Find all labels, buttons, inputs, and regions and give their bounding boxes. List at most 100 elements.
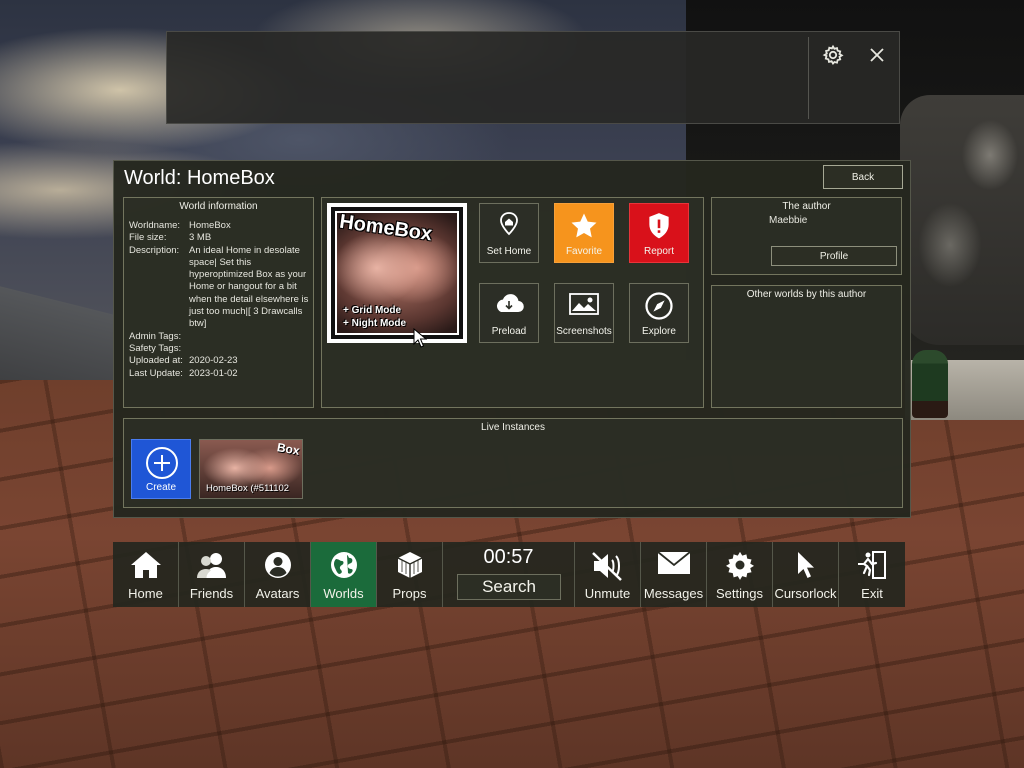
world-actions-box: HomeBox + Grid Mode + Night Mode Set Hom… xyxy=(321,197,704,408)
cloud-download-icon xyxy=(496,294,524,313)
globe-icon xyxy=(330,552,357,578)
thumbnail-title: HomeBox xyxy=(337,211,434,246)
info-key: Description: xyxy=(129,244,180,256)
world-thumbnail[interactable]: HomeBox + Grid Mode + Night Mode xyxy=(327,203,467,343)
create-label: Create xyxy=(145,482,176,493)
dock-avatars-button[interactable]: Avatars xyxy=(245,542,311,607)
report-label: Report xyxy=(643,246,674,257)
search-button[interactable]: Search xyxy=(457,574,561,600)
dock-label: Settings xyxy=(716,586,763,601)
dock-messages-button[interactable]: Messages xyxy=(641,542,707,607)
house-icon xyxy=(130,552,161,578)
dock-label: Props xyxy=(392,586,427,601)
explore-label: Explore xyxy=(642,326,676,337)
info-value xyxy=(189,331,311,343)
thumbnail-caption: + Grid Mode xyxy=(343,305,402,316)
close-icon[interactable] xyxy=(865,43,889,67)
page-title: World: HomeBox xyxy=(124,167,275,189)
screenshots-label: Screenshots xyxy=(556,326,612,337)
info-value: 3 MB xyxy=(189,232,212,244)
thumbnail-caption: + Night Mode xyxy=(343,318,407,329)
avatar-figure xyxy=(912,350,948,418)
world-information-heading: World information xyxy=(179,201,258,212)
profile-button[interactable]: Profile xyxy=(771,246,897,266)
dock-label: Cursorlock xyxy=(774,586,837,601)
dock-exit-button[interactable]: Exit xyxy=(839,542,905,607)
star-icon xyxy=(571,213,597,238)
mouse-cursor-icon xyxy=(413,328,427,348)
plus-circle-icon xyxy=(146,447,178,479)
info-key: Worldname: xyxy=(129,220,181,231)
gear-icon[interactable] xyxy=(821,43,845,67)
info-row-uploaded-at: Uploaded at: 2020-02-23 xyxy=(129,355,311,367)
info-key: Admin Tags: xyxy=(129,330,182,342)
dock-label: Messages xyxy=(643,586,704,601)
quick-menu-dock: Home Friends Avatars Worlds Props 00:57 … xyxy=(113,542,911,607)
set-home-label: Set Home xyxy=(486,246,532,257)
author-name: Maebbie xyxy=(769,215,808,226)
dock-label: Exit xyxy=(861,586,883,601)
info-value xyxy=(189,343,311,355)
explore-button[interactable]: Explore xyxy=(629,283,689,343)
live-instance-card[interactable]: Box HomeBox (#511102 xyxy=(199,439,303,499)
info-value: 2020-02-23 xyxy=(189,355,238,367)
set-home-button[interactable]: Set Home xyxy=(479,203,539,263)
world-detail-panel: World: HomeBox Back World information Wo… xyxy=(113,160,911,518)
world-information-box: World information Worldname: HomeBox Fil… xyxy=(123,197,314,408)
dock-settings-button[interactable]: Settings xyxy=(707,542,773,607)
info-row-worldname: Worldname: HomeBox xyxy=(129,220,311,232)
dock-label: Friends xyxy=(189,586,234,601)
world-thumbnail-frame: HomeBox + Grid Mode + Night Mode xyxy=(331,207,463,339)
info-row-safety-tags: Safety Tags: xyxy=(129,343,311,355)
exit-icon xyxy=(858,551,886,579)
dock-unmute-button[interactable]: Unmute xyxy=(575,542,641,607)
notification-bar xyxy=(166,31,900,124)
preload-button[interactable]: Preload xyxy=(479,283,539,343)
dock-friends-button[interactable]: Friends xyxy=(179,542,245,607)
cursor-icon xyxy=(797,552,814,578)
compass-icon xyxy=(645,292,673,320)
create-instance-button[interactable]: Create xyxy=(131,439,191,499)
notification-area xyxy=(173,37,809,119)
info-key: Safety Tags: xyxy=(129,342,182,354)
dock-label: Worlds xyxy=(323,586,364,601)
live-instances-box: Live Instances Create Box HomeBox (#5111… xyxy=(123,418,903,508)
home-pin-icon xyxy=(500,212,518,236)
dock-home-button[interactable]: Home xyxy=(113,542,179,607)
envelope-icon xyxy=(656,551,691,574)
other-worlds-box: Other worlds by this author xyxy=(711,285,902,408)
favorite-label: Favorite xyxy=(565,246,603,257)
instance-label: HomeBox (#511102 xyxy=(206,483,290,494)
world-information-list: Worldname: HomeBox File size: 3 MB Descr… xyxy=(129,220,311,380)
dock-label: Unmute xyxy=(584,586,631,601)
image-icon xyxy=(569,293,599,315)
info-value: HomeBox xyxy=(189,220,231,231)
info-key: Uploaded at: xyxy=(129,355,183,367)
friends-icon xyxy=(196,553,226,578)
info-value: 2023-01-02 xyxy=(189,367,238,379)
info-row-last-update: Last Update: 2023-01-02 xyxy=(129,368,311,380)
world-thumbnail-image: HomeBox + Grid Mode + Night Mode xyxy=(335,211,459,335)
instance-thumbnail-caption: Box xyxy=(276,440,302,458)
clock-search-panel: 00:57 Search xyxy=(443,542,575,607)
clock-time: 00:57 xyxy=(483,546,534,568)
dock-worlds-button[interactable]: Worlds xyxy=(311,542,377,607)
avatar-icon xyxy=(264,552,291,578)
dock-label: Home xyxy=(128,586,163,601)
info-row-admin-tags: Admin Tags: xyxy=(129,331,311,343)
shield-alert-icon xyxy=(649,213,669,239)
report-button[interactable]: Report xyxy=(629,203,689,263)
back-button[interactable]: Back xyxy=(823,165,903,189)
dock-props-button[interactable]: Props xyxy=(377,542,443,607)
speaker-muted-icon xyxy=(591,552,622,581)
screenshots-button[interactable]: Screenshots xyxy=(554,283,614,343)
info-row-file-size: File size: 3 MB xyxy=(129,232,311,244)
gear-icon xyxy=(725,551,754,580)
author-heading: The author xyxy=(782,201,831,212)
author-box: The author Maebbie Profile xyxy=(711,197,902,275)
preload-label: Preload xyxy=(491,326,527,337)
other-worlds-heading: Other worlds by this author xyxy=(746,289,867,300)
favorite-button[interactable]: Favorite xyxy=(554,203,614,263)
dock-cursorlock-button[interactable]: Cursorlock xyxy=(773,542,839,607)
cube-icon xyxy=(397,552,422,578)
